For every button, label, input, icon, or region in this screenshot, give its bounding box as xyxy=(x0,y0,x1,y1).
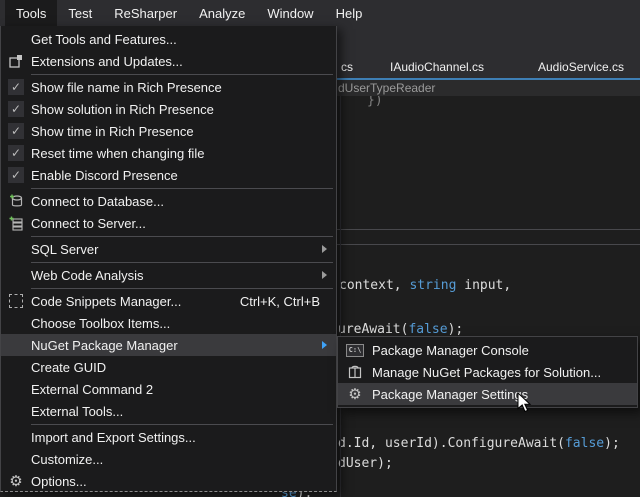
checkmark-icon: ✓ xyxy=(8,101,24,117)
menubar-item-help[interactable]: Help xyxy=(325,0,374,26)
mouse-cursor xyxy=(517,392,533,414)
menu-item-enable-discord[interactable]: ✓Enable Discord Presence xyxy=(1,164,336,186)
checkmark-icon: ✓ xyxy=(8,145,24,161)
editor-splitter-line xyxy=(337,229,640,230)
menu-item-show-time[interactable]: ✓Show time in Rich Presence xyxy=(1,120,336,142)
code-line: context, string input, xyxy=(339,278,511,293)
vs-ide-window: Tools Test ReSharper Analyze Window Help… xyxy=(0,0,640,497)
checkmark-icon: ✓ xyxy=(8,123,24,139)
menu-separator xyxy=(31,236,333,237)
server-icon xyxy=(1,212,31,234)
gear-icon: ⚙ xyxy=(338,383,372,405)
breadcrumb-type[interactable]: dUserTypeReader xyxy=(338,81,435,95)
database-icon xyxy=(1,190,31,212)
menu-item-options[interactable]: ⚙Options... xyxy=(1,470,336,492)
menu-item-get-tools[interactable]: Get Tools and Features... xyxy=(1,28,336,50)
menubar-item-analyze[interactable]: Analyze xyxy=(188,0,256,26)
menu-item-show-solution[interactable]: ✓Show solution in Rich Presence xyxy=(1,98,336,120)
menu-item-code-snippets[interactable]: Code Snippets Manager... Ctrl+K, Ctrl+B xyxy=(1,290,336,312)
menu-item-show-file-name[interactable]: ✓Show file name in Rich Presence xyxy=(1,76,336,98)
menu-bar: Tools Test ReSharper Analyze Window Help xyxy=(0,0,640,26)
submenu-arrow-icon xyxy=(322,341,327,349)
menubar-item-tools[interactable]: Tools xyxy=(5,0,57,26)
menu-item-choose-toolbox[interactable]: Choose Toolbox Items... xyxy=(1,312,336,334)
submenu-item-manage-nuget-packages[interactable]: Manage NuGet Packages for Solution... xyxy=(338,361,637,383)
menu-item-customize[interactable]: Customize... xyxy=(1,448,336,470)
checkmark-icon: ✓ xyxy=(8,167,24,183)
menu-item-create-guid[interactable]: Create GUID xyxy=(1,356,336,378)
nuget-submenu: C:\ Package Manager Console Manage NuGet… xyxy=(337,336,638,408)
menu-item-reset-time[interactable]: ✓Reset time when changing file xyxy=(1,142,336,164)
menu-separator xyxy=(31,74,333,75)
menubar-item-test[interactable]: Test xyxy=(57,0,103,26)
submenu-arrow-icon xyxy=(322,271,327,279)
menu-separator xyxy=(31,262,333,263)
menu-separator xyxy=(31,288,333,289)
code-line: ureAwait(false); xyxy=(338,322,463,337)
code-line: d.Id, userId).ConfigureAwait(false); xyxy=(338,436,620,451)
tab-iaudiochannel[interactable]: IAudioChannel.cs xyxy=(390,60,484,74)
submenu-item-package-manager-console[interactable]: C:\ Package Manager Console xyxy=(338,339,637,361)
menu-item-web-code-analysis[interactable]: Web Code Analysis xyxy=(1,264,336,286)
checkmark-icon: ✓ xyxy=(8,79,24,95)
tools-menu: Get Tools and Features... Extensions and… xyxy=(0,26,337,492)
menu-item-external-command-2[interactable]: External Command 2 xyxy=(1,378,336,400)
menu-separator xyxy=(31,424,333,425)
code-line: dUser); xyxy=(338,456,393,471)
tab-audioservice[interactable]: AudioService.cs xyxy=(538,60,624,74)
editor-guide-line xyxy=(340,96,341,497)
editor-splitter-line xyxy=(337,244,640,245)
extensions-icon xyxy=(1,50,31,72)
snippets-icon xyxy=(1,290,31,312)
submenu-item-package-manager-settings[interactable]: ⚙ Package Manager Settings xyxy=(338,383,637,405)
menu-item-import-export-settings[interactable]: Import and Export Settings... xyxy=(1,426,336,448)
menu-separator xyxy=(31,188,333,189)
menubar-item-window[interactable]: Window xyxy=(256,0,324,26)
menu-item-extensions[interactable]: Extensions and Updates... xyxy=(1,50,336,72)
shortcut-label: Ctrl+K, Ctrl+B xyxy=(240,294,320,309)
menu-item-nuget-package-manager[interactable]: NuGet Package Manager xyxy=(1,334,336,356)
menu-item-sql-server[interactable]: SQL Server xyxy=(1,238,336,260)
menu-item-connect-server[interactable]: Connect to Server... xyxy=(1,212,336,234)
console-icon: C:\ xyxy=(338,339,372,361)
menu-item-connect-database[interactable]: Connect to Database... xyxy=(1,190,336,212)
gear-icon: ⚙ xyxy=(9,474,22,489)
menubar-item-resharper[interactable]: ReSharper xyxy=(103,0,188,26)
menu-item-external-tools[interactable]: External Tools... xyxy=(1,400,336,422)
submenu-arrow-icon xyxy=(322,245,327,253)
tab-partial[interactable]: cs xyxy=(341,60,353,74)
package-icon xyxy=(338,361,372,383)
